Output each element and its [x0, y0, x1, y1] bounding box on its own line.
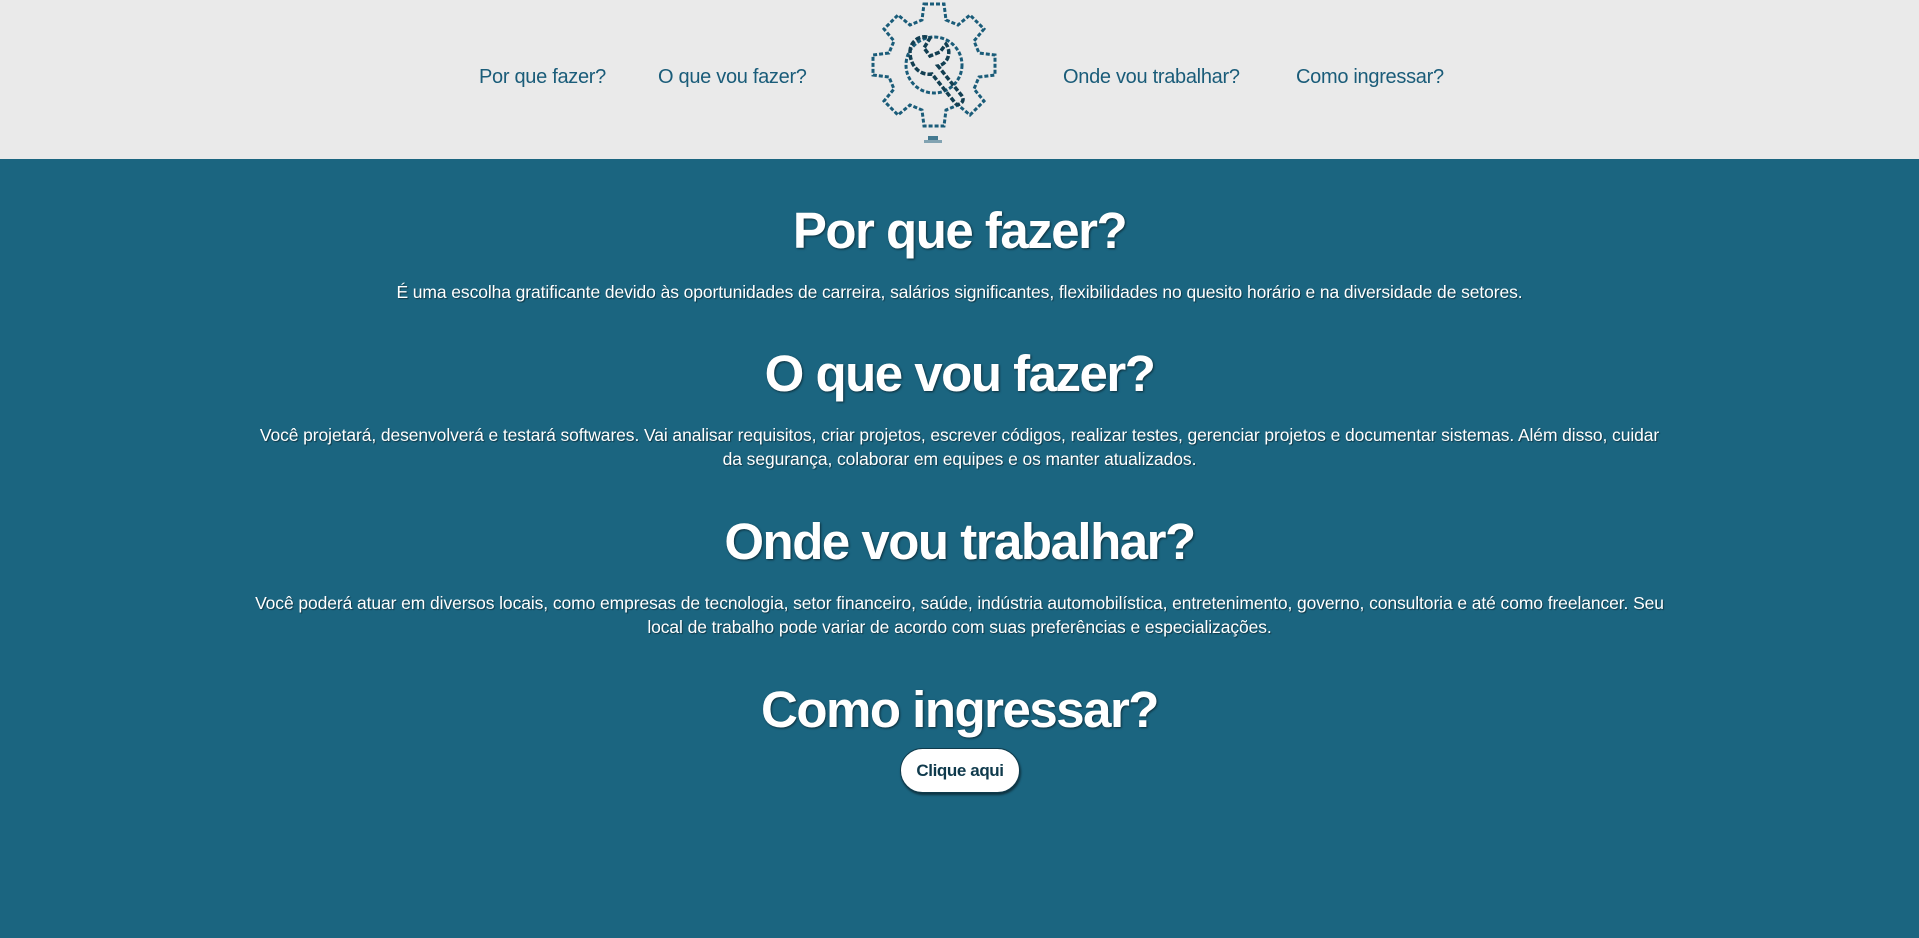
section-title-o-que-vou-fazer: O que vou fazer? [764, 345, 1156, 402]
site-header: Por que fazer? O que vou fazer? Onde vou… [0, 0, 1919, 159]
section-text-por-que-fazer: É uma escolha gratificante devido às opo… [396, 282, 1523, 302]
section-text-o-que-vou-fazer: Você projetará, desenvolverá e testará s… [259, 425, 1660, 469]
clique-aqui-button[interactable]: Clique aqui [900, 748, 1020, 793]
nav-link-como-ingressar[interactable]: Como ingressar? [1296, 66, 1444, 89]
section-title-onde-vou-trabalhar: Onde vou trabalhar? [724, 513, 1196, 570]
section-text-onde-vou-trabalhar: Você poderá atuar em diversos locais, co… [255, 593, 1664, 637]
nav-link-onde-vou-trabalhar[interactable]: Onde vou trabalhar? [1063, 66, 1240, 89]
nav-link-por-que-fazer[interactable]: Por que fazer? [479, 66, 606, 89]
gear-wrench-icon [871, 2, 997, 143]
nav-link-o-que-vou-fazer[interactable]: O que vou fazer? [658, 66, 807, 89]
section-title-como-ingressar: Como ingressar? [761, 681, 1159, 738]
section-title-por-que-fazer: Por que fazer? [792, 202, 1128, 259]
